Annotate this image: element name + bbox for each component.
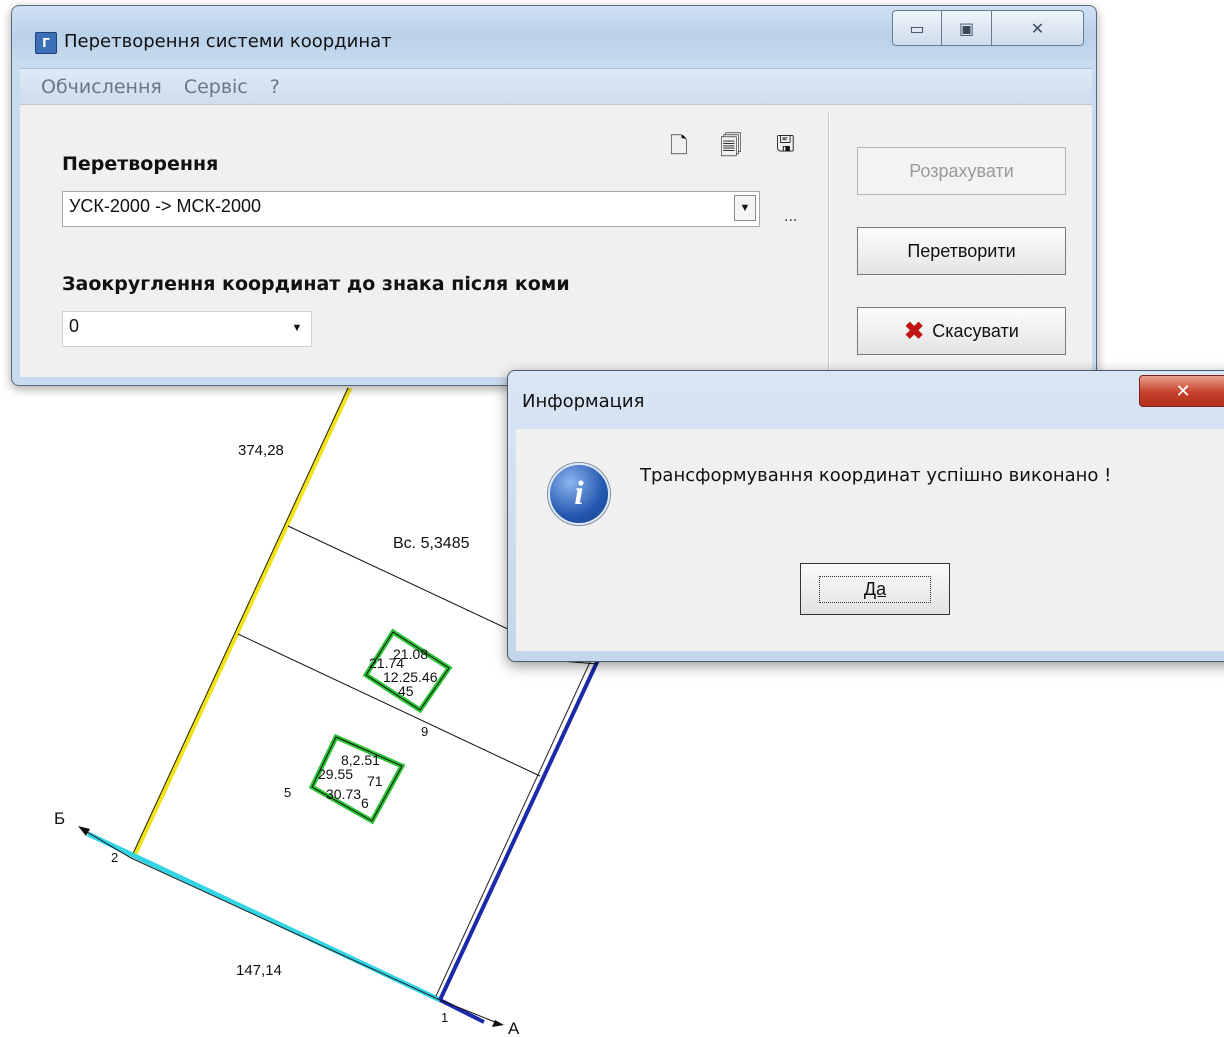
convert-button[interactable]: Перетворити xyxy=(857,227,1066,275)
calculate-button[interactable]: Розрахувати xyxy=(857,147,1066,195)
length-left-label: 374,28 xyxy=(238,442,284,459)
save-icon[interactable]: 🖫 xyxy=(776,127,795,165)
building-2-text-b: 29.55 xyxy=(318,766,353,782)
point-5-label: 5 xyxy=(284,785,291,800)
length-bottom-label: 147,14 xyxy=(236,962,282,979)
convert-button-label: Перетворити xyxy=(907,240,1016,261)
more-button[interactable]: ... xyxy=(784,209,797,225)
cancel-button[interactable]: ✖ Скасувати xyxy=(857,307,1066,355)
minimize-icon: ▭ xyxy=(909,18,925,38)
building-2-text-d: 71 xyxy=(367,773,383,789)
minimize-button[interactable]: ▭ xyxy=(892,10,942,46)
direction-b-label: Б xyxy=(54,809,65,828)
window-title: Перетворення системи координат xyxy=(64,31,392,52)
rounding-select[interactable]: 0 ▼ xyxy=(62,311,312,347)
maximize-button[interactable]: ▣ xyxy=(942,10,992,46)
building-2-text-e: 6 xyxy=(361,795,369,811)
transform-select[interactable]: УСК-2000 -> МСК-2000 ▼ xyxy=(62,191,760,227)
app-icon: Г xyxy=(35,32,57,54)
close-button[interactable]: ✕ xyxy=(992,10,1084,46)
caption-buttons: ▭ ▣ ✕ xyxy=(892,10,1084,46)
ok-button[interactable]: Да xyxy=(800,563,950,615)
point-9-label: 9 xyxy=(421,724,428,739)
dialog-title: Информация xyxy=(522,391,645,412)
new-transform-icon[interactable]: 🗋 xyxy=(670,129,688,167)
window-client-area: Перетворення 🗋 🗐 🖫 УСК-2000 -> МСК-2000 … xyxy=(20,104,1092,377)
info-icon: i xyxy=(548,463,610,525)
close-icon: ✕ xyxy=(1030,18,1045,38)
divider xyxy=(828,113,830,377)
chevron-down-icon[interactable]: ▼ xyxy=(734,195,756,221)
ok-button-label: Да xyxy=(818,575,932,603)
maximize-icon: ▣ xyxy=(958,18,975,38)
cancel-icon: ✖ xyxy=(904,317,925,345)
info-dialog: Информация ✕ i Трансформування координат… xyxy=(507,370,1224,662)
chevron-down-icon[interactable]: ▼ xyxy=(286,315,308,341)
point-1-label: 1 xyxy=(441,1010,448,1025)
dialog-message: Трансформування координат успішно викона… xyxy=(640,465,1112,486)
transform-select-value: УСК-2000 -> МСК-2000 xyxy=(69,196,261,216)
menu-bar: Обчислення Сервіс ? xyxy=(20,68,1092,104)
boundary-blue-inner xyxy=(435,661,591,997)
area-label: Вс. 5,3485 xyxy=(393,535,470,552)
calculate-button-label: Розрахувати xyxy=(909,160,1014,181)
cancel-button-label: Скасувати xyxy=(932,320,1019,341)
rounding-label: Заокруглення координат до знака після ко… xyxy=(62,273,570,295)
arrow-a xyxy=(439,999,501,1025)
point-2-label: 2 xyxy=(111,850,118,865)
close-icon: ✕ xyxy=(1175,380,1191,402)
building-2-text-c: 30.73 xyxy=(326,786,361,802)
menu-help[interactable]: ? xyxy=(270,76,280,98)
boundary-cyan-edge xyxy=(130,857,441,1001)
coordinate-transform-window: Г Перетворення системи координат ▭ ▣ ✕ О… xyxy=(11,5,1097,386)
dialog-close-button[interactable]: ✕ xyxy=(1139,375,1224,407)
building-1-text-d: 45 xyxy=(398,683,414,699)
arrow-b xyxy=(81,828,132,859)
rounding-select-value: 0 xyxy=(69,316,80,336)
dialog-client-area: i Трансформування координат успішно вико… xyxy=(516,429,1224,651)
menu-service[interactable]: Сервіс xyxy=(184,76,248,98)
menu-calculations[interactable]: Обчислення xyxy=(41,76,162,98)
transform-label: Перетворення xyxy=(62,153,219,175)
direction-a-label: А xyxy=(508,1019,520,1037)
import-icon[interactable]: 🗐 xyxy=(720,129,742,167)
boundary-blue xyxy=(438,659,600,1001)
